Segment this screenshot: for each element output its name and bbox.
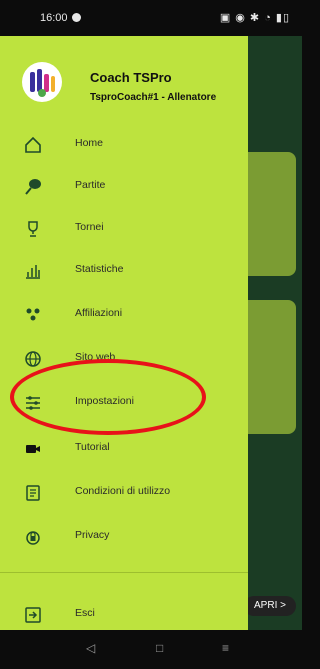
home-button[interactable]: □: [156, 641, 163, 655]
menu-item-label: Esci: [75, 607, 95, 619]
user-name: Coach TSPro: [90, 70, 172, 85]
menu-item-label: Home: [75, 137, 104, 149]
recents-button[interactable]: ≡: [222, 641, 229, 655]
menu-item-statistiche[interactable]: Statistiche: [0, 254, 248, 288]
apri-button[interactable]: APRI >: [244, 596, 296, 616]
logout-icon: [25, 607, 41, 623]
document-icon: [26, 485, 40, 501]
menu-item-affiliazioni[interactable]: Affiliazioni: [0, 298, 248, 332]
bar-chart-icon: [26, 265, 40, 279]
video-camera-icon: [26, 445, 40, 453]
menu-item-label: Tornei: [75, 221, 104, 233]
menu-item-label: Tutorial: [75, 441, 110, 453]
menu-item-tutorial[interactable]: Tutorial: [0, 432, 248, 466]
menu-item-condizioni[interactable]: Condizioni di utilizzo: [0, 476, 248, 510]
tennis-racket-icon: [25, 179, 41, 195]
status-icons: ▣ ◉ ✱ ◔ ▮▯: [219, 12, 290, 24]
divider: [0, 572, 248, 573]
highlight-circle: [10, 359, 206, 435]
user-role: TsproCoach#1 - Allenatore: [90, 92, 217, 103]
status-bar: 16:00 ▣ ◉ ✱ ◔ ▮▯: [0, 0, 302, 36]
menu-item-label: Affiliazioni: [75, 307, 123, 319]
menu-item-home[interactable]: Home: [0, 128, 248, 162]
menu-item-label: Privacy: [75, 529, 110, 541]
back-button[interactable]: ◁: [86, 641, 95, 655]
menu-item-esci[interactable]: Esci: [0, 598, 248, 632]
menu-item-label: Condizioni di utilizzo: [75, 485, 171, 497]
home-icon: [25, 136, 41, 153]
menu-item-label: Statistiche: [75, 263, 124, 275]
globe-icon: [25, 351, 41, 367]
menu-item-label: Partite: [75, 179, 106, 191]
people-icon: [26, 308, 40, 321]
menu-item-tornei[interactable]: Tornei: [0, 212, 248, 246]
notification-dot-icon: [72, 13, 81, 22]
system-nav-bar: ◁ □ ≡: [0, 630, 302, 669]
navigation-drawer: Coach TSPro TsproCoach#1 - Allenatore Ho…: [0, 36, 248, 630]
status-time: 16:00: [40, 12, 68, 24]
trophy-icon: [28, 221, 38, 237]
menu-item-partite[interactable]: Partite: [0, 170, 248, 204]
lock-icon: [26, 531, 40, 545]
avatar[interactable]: [22, 62, 62, 102]
menu-item-privacy[interactable]: Privacy: [0, 520, 248, 554]
